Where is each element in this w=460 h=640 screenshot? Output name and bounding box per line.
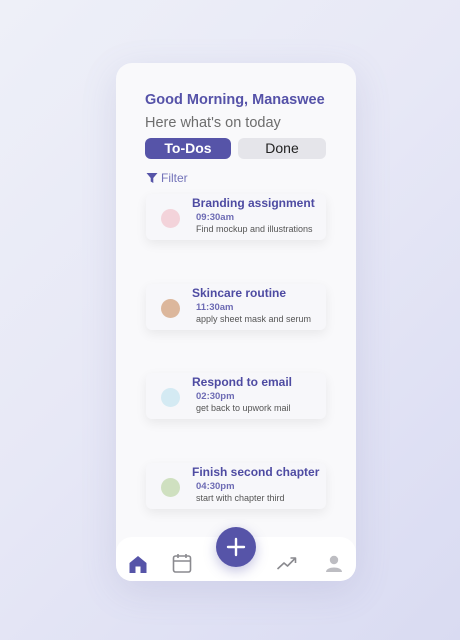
add-icon bbox=[226, 537, 246, 557]
task-status-dot[interactable] bbox=[161, 209, 180, 228]
task-status-dot[interactable] bbox=[161, 299, 180, 318]
task-time: 04:30pm bbox=[196, 481, 235, 492]
task-card[interactable]: Respond to email 02:30pm get back to upw… bbox=[146, 373, 326, 419]
calendar-icon[interactable] bbox=[171, 552, 193, 574]
subtitle: Here what's on today bbox=[145, 115, 281, 131]
add-task-button[interactable] bbox=[216, 527, 256, 567]
filter-label: Filter bbox=[161, 171, 188, 185]
phone-screen: Good Morning, Manaswee Here what's on to… bbox=[116, 63, 356, 581]
greeting-title: Good Morning, Manaswee bbox=[145, 92, 325, 108]
task-time: 02:30pm bbox=[196, 391, 235, 402]
task-title: Branding assignment bbox=[192, 196, 315, 210]
task-time: 11:30am bbox=[196, 302, 234, 313]
task-card[interactable]: Branding assignment 09:30am Find mockup … bbox=[146, 194, 326, 240]
profile-icon[interactable] bbox=[323, 552, 345, 574]
tab-done[interactable]: Done bbox=[238, 138, 326, 159]
home-icon[interactable] bbox=[127, 553, 149, 575]
task-description: Find mockup and illustrations bbox=[196, 224, 313, 234]
task-card[interactable]: Skincare routine 11:30am apply sheet mas… bbox=[146, 284, 326, 330]
task-time: 09:30am bbox=[196, 212, 235, 223]
filter-button[interactable]: Filter bbox=[146, 171, 188, 185]
task-card[interactable]: Finish second chapter 04:30pm start with… bbox=[146, 463, 326, 509]
bottom-nav bbox=[116, 527, 356, 581]
task-description: start with chapter third bbox=[196, 493, 285, 503]
task-title: Finish second chapter bbox=[192, 465, 320, 479]
task-status-dot[interactable] bbox=[161, 388, 180, 407]
task-title: Respond to email bbox=[192, 375, 293, 389]
tab-todos[interactable]: To-Dos bbox=[145, 138, 231, 159]
task-title: Skincare routine bbox=[192, 286, 287, 300]
task-description: get back to upwork mail bbox=[196, 403, 291, 413]
task-status-dot[interactable] bbox=[161, 478, 180, 497]
task-description: apply sheet mask and serum bbox=[196, 314, 312, 324]
filter-icon bbox=[146, 173, 158, 183]
tab-bar: To-Dos Done bbox=[145, 138, 327, 159]
trending-icon[interactable] bbox=[276, 552, 298, 574]
